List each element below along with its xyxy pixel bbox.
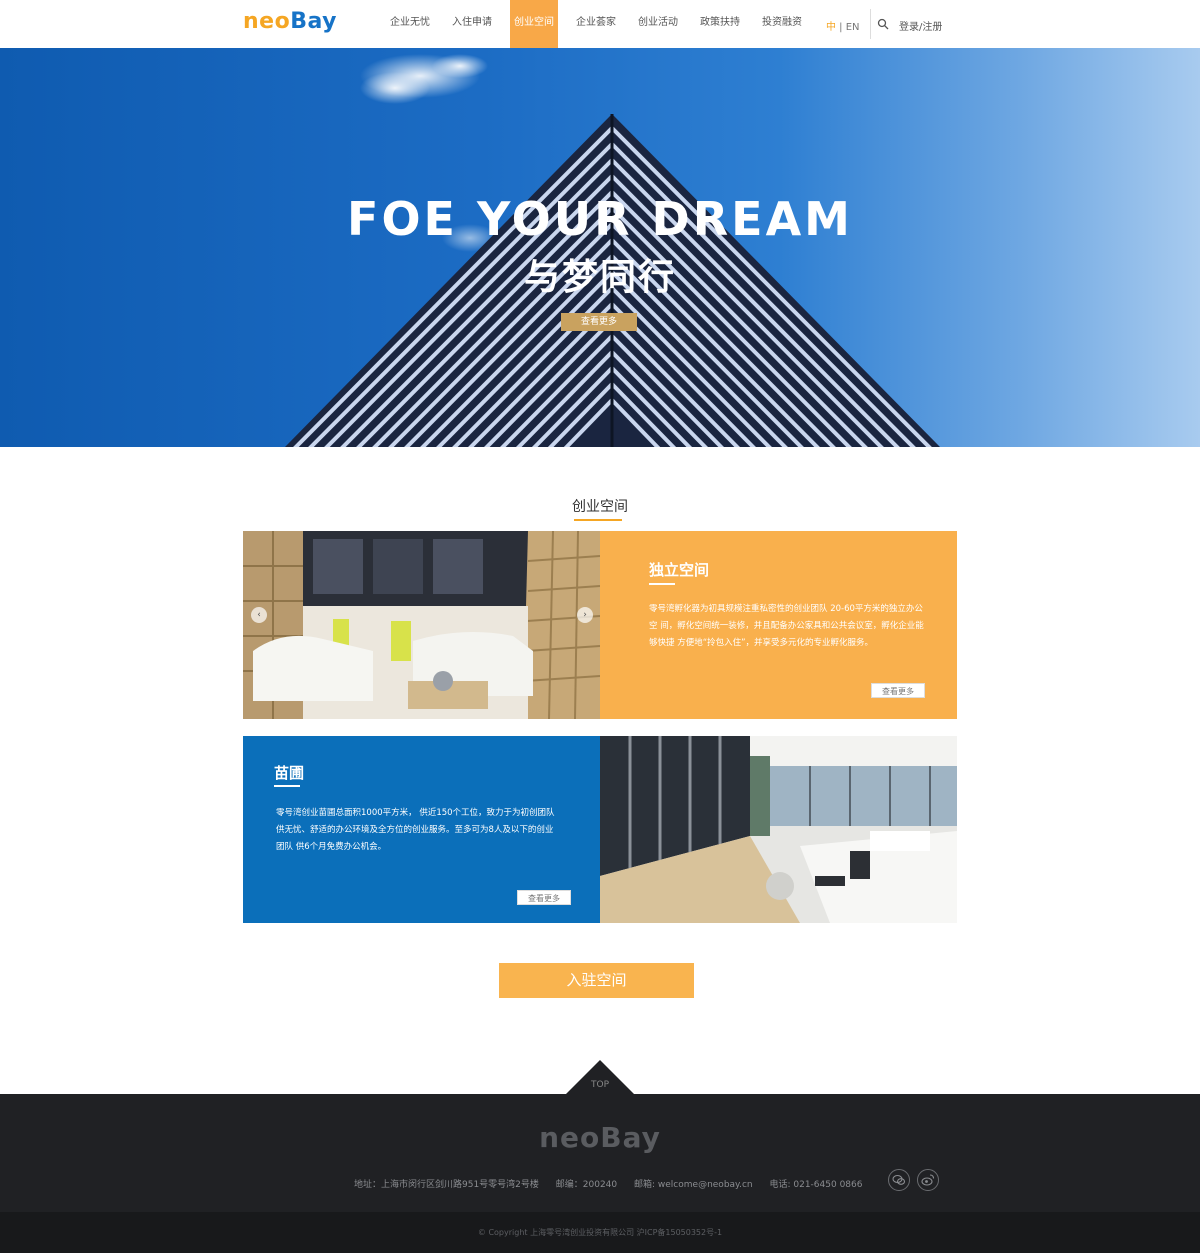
weibo-icon[interactable] [917,1169,939,1191]
main-nav: 企业无忧 入住申请 创业空间 企业荟家 创业活动 政策扶持 投资融资 [379,0,813,48]
footer-postcode: 邮编：200240 [555,1180,618,1190]
site-logo[interactable]: neoBay [243,9,337,34]
footer-email[interactable]: 邮箱: welcome@neobay.cn [634,1180,753,1190]
nursery-panel: 苗圃 零号湾创业苗圃总面积1000平方米， 供近150个工位，致力于为初创团队供… [243,736,600,923]
nav-item-startup-space[interactable]: 创业空间 [510,0,558,48]
hero-subtitle: 与梦同行 [523,257,676,298]
back-to-top-label[interactable]: TOP [566,1080,634,1090]
site-header: neoBay 企业无忧 入住申请 创业空间 企业荟家 创业活动 政策扶持 投资融… [0,0,1200,48]
carousel-prev-arrow[interactable]: ‹ [251,607,267,623]
section-title: 创业空间 [572,499,628,515]
independent-space-title: 独立空间 [649,561,710,579]
logo-neo: neo [243,9,291,34]
lang-separator: | [836,22,846,33]
footer-contact-info: 地址：上海市闵行区剑川路951号零号湾2号楼 邮编：200240 邮箱: wel… [354,1177,876,1190]
nav-item-enterprise-care[interactable]: 企业无忧 [379,0,441,48]
copyright-text: © Copyright 上海零号湾创业投资有限公司 沪ICP备15050352号… [477,1228,723,1237]
lang-zh[interactable]: 中 [826,22,836,33]
nav-item-policy[interactable]: 政策扶持 [689,0,751,48]
nav-item-investment[interactable]: 投资融资 [751,0,813,48]
independent-space-photo: ‹ › [243,531,600,719]
hero-banner: FOE YOUR DREAM 与梦同行 查看更多 [0,48,1200,447]
independent-space-more-button[interactable]: 查看更多 [871,683,925,698]
hero-title: FOE YOUR DREAM [347,192,853,246]
nursery-photo [600,736,957,923]
nav-item-events[interactable]: 创业活动 [627,0,689,48]
nursery-more-button[interactable]: 查看更多 [517,890,571,905]
independent-space-title-line [649,583,675,585]
footer-phone: 电话: 021-6450 0866 [769,1180,863,1190]
section-title-underline [574,519,622,521]
login-register-link[interactable]: 登录/注册 [899,18,942,33]
carousel-next-arrow[interactable]: › [577,607,593,623]
search-icon[interactable] [877,18,889,30]
nav-divider [870,9,871,39]
hero-more-button[interactable]: 查看更多 [561,313,637,331]
wechat-icon[interactable] [888,1169,910,1191]
independent-space-description: 零号湾孵化器为初具规模注重私密性的创业团队 20-60平方米的独立办公空 间，孵… [649,604,924,648]
nursery-description: 零号湾创业苗圃总面积1000平方米， 供近150个工位，致力于为初创团队供无忧、… [276,808,555,852]
independent-space-panel: 独立空间 零号湾孵化器为初具规模注重私密性的创业团队 20-60平方米的独立办公… [600,531,957,719]
nav-item-apply[interactable]: 入住申请 [441,0,503,48]
nursery-title-line [274,785,300,787]
nursery-title: 苗圃 [274,764,305,782]
footer-logo: neoBay [539,1121,661,1154]
nav-item-enterprise-home[interactable]: 企业荟家 [565,0,627,48]
logo-bay: Bay [290,9,337,34]
language-switch: 中 | EN [826,18,860,33]
join-space-button[interactable]: 入驻空间 [499,963,694,998]
lang-en[interactable]: EN [846,22,860,33]
footer-address: 地址：上海市闵行区剑川路951号零号湾2号楼 [354,1180,539,1190]
